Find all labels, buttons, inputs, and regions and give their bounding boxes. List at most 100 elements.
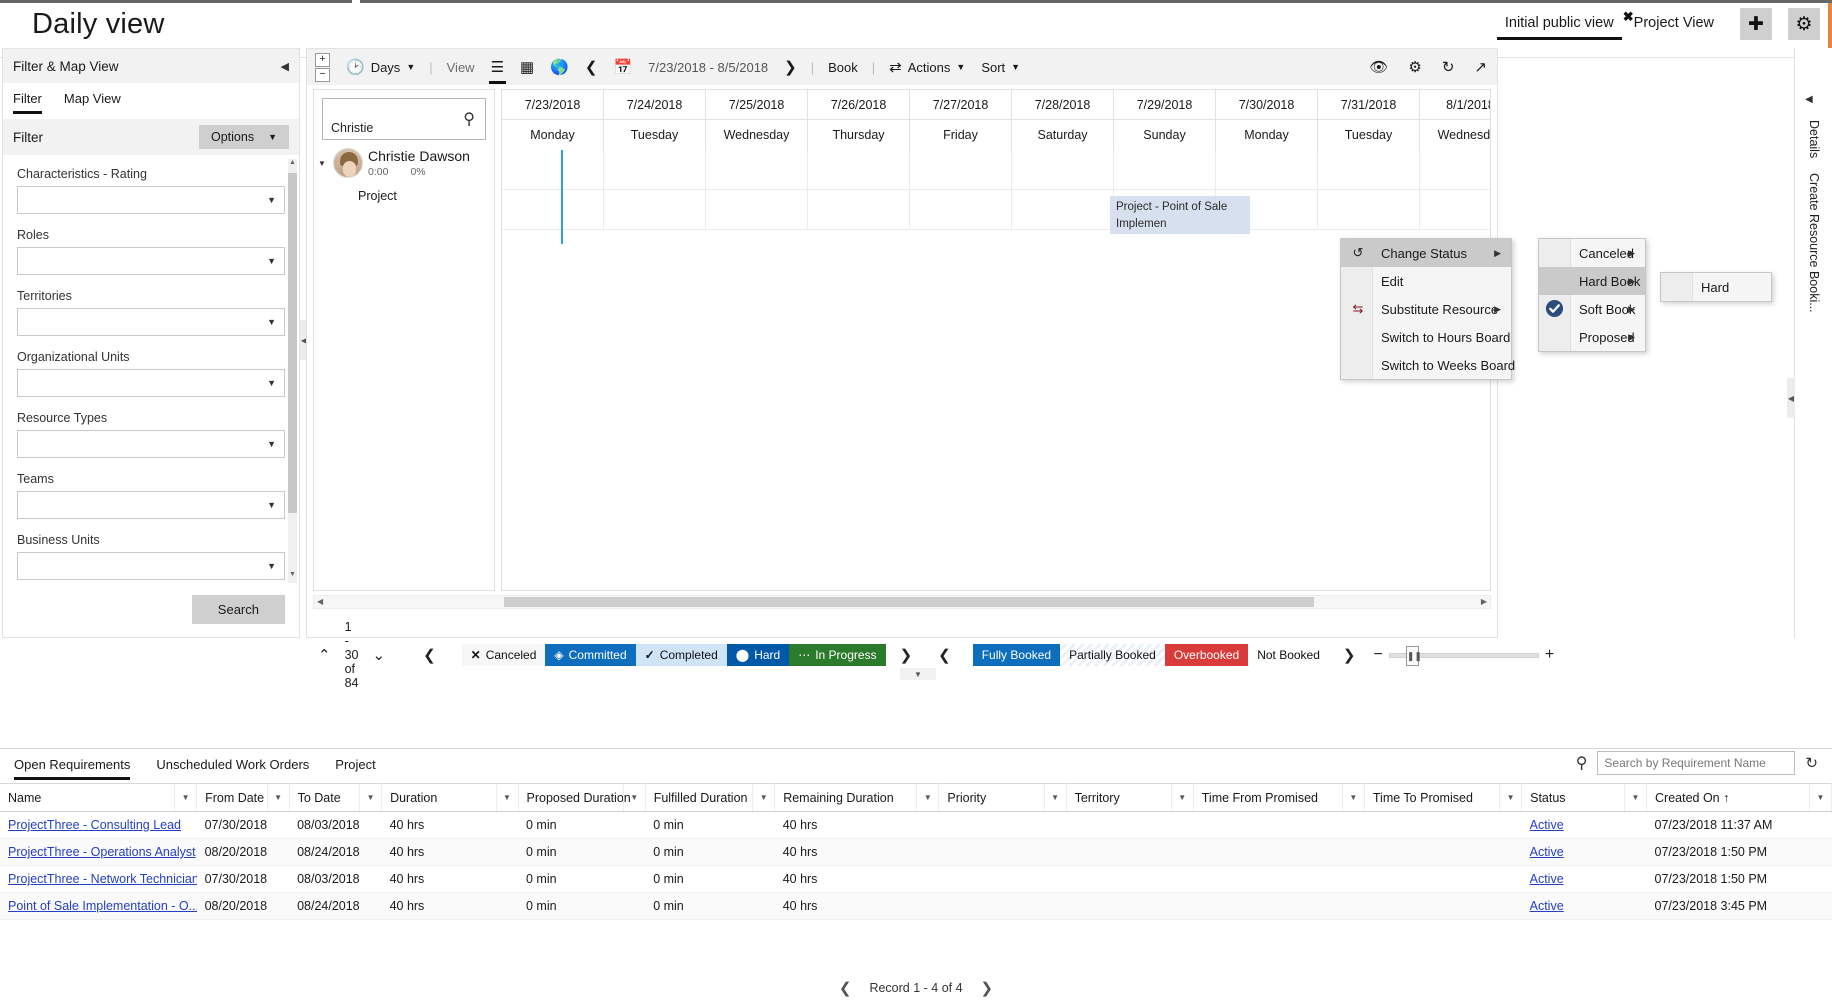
scrollbar-thumb[interactable] (288, 173, 297, 513)
menu-item-proposed[interactable]: Proposed ▶ (1539, 323, 1645, 351)
cell-status[interactable]: Active (1521, 811, 1647, 839)
view-map-button[interactable]: 🌎 (542, 60, 577, 75)
sort-dropdown[interactable]: Sort ▼ (973, 60, 1028, 75)
scrollbar-thumb[interactable] (504, 597, 1314, 607)
grid-cell[interactable] (604, 150, 706, 190)
filter-options-button[interactable]: Options ▼ (198, 125, 289, 149)
grid-cell[interactable] (1420, 150, 1490, 190)
filter-icon[interactable]: ▼ (622, 784, 644, 811)
legend-committed[interactable]: ◈ Committed (545, 644, 636, 666)
right-splitter-handle[interactable]: ◀ (1787, 378, 1795, 418)
page-up-icon[interactable]: ⌃ (318, 646, 331, 664)
filter-icon[interactable]: ▼ (1809, 784, 1831, 811)
search-icon[interactable]: ⚲ (1576, 753, 1588, 773)
grid-row[interactable] (502, 150, 1490, 190)
collapse-right-icon[interactable]: ◀ (1805, 94, 1813, 105)
menu-item-hard[interactable]: Hard (1661, 273, 1771, 301)
legend-overbooked[interactable]: Overbooked (1164, 644, 1249, 666)
status-link[interactable]: Active (1530, 845, 1564, 859)
legend-prev-icon[interactable]: ❮ (423, 646, 436, 664)
capacity-prev-icon[interactable]: ❮ (938, 646, 951, 664)
grid-cell[interactable] (1318, 150, 1420, 190)
scroll-up-icon[interactable]: ▲ (288, 159, 297, 171)
column-header-remaining-duration[interactable]: Remaining Duration ▼ (774, 783, 940, 812)
filter-panel-scrollbar[interactable]: ▲ ▼ (288, 159, 297, 583)
grid-cell[interactable] (1012, 190, 1114, 230)
business-units-select[interactable]: ▼ (17, 552, 285, 580)
requirement-link[interactable]: ProjectThree - Operations Analyst (8, 845, 196, 859)
record-prev-icon[interactable]: ❮ (839, 979, 852, 997)
filter-icon[interactable]: ▼ (1170, 784, 1192, 811)
legend-partially-booked[interactable]: Partially Booked (1060, 644, 1165, 666)
table-row[interactable]: Point of Sale Implementation - O... 08/2… (0, 892, 1832, 920)
column-header-territory[interactable]: Territory ▼ (1066, 783, 1194, 812)
tab-unscheduled-work-orders[interactable]: Unscheduled Work Orders (156, 757, 309, 780)
column-header-created-on[interactable]: Created On ↑ ▼ (1646, 783, 1832, 812)
column-header-priority[interactable]: Priority ▼ (938, 783, 1067, 812)
tab-project[interactable]: Project (335, 757, 375, 780)
status-link[interactable]: Active (1530, 899, 1564, 913)
legend-fully-booked[interactable]: Fully Booked (972, 644, 1061, 666)
grid-row[interactable] (502, 190, 1490, 230)
resource-child-project[interactable]: Project (314, 183, 494, 203)
menu-item-soft-book[interactable]: Soft Book ▶ (1539, 295, 1645, 323)
teams-select[interactable]: ▼ (17, 491, 285, 519)
menu-item-switch-to-weeks-board[interactable]: Switch to Weeks Board (1341, 351, 1515, 379)
grid-cell[interactable] (706, 150, 808, 190)
prev-period-button[interactable]: ❮ (577, 60, 606, 75)
filter-icon[interactable]: ▼ (174, 784, 196, 811)
actions-dropdown[interactable]: ⇄ Actions ▼ (881, 60, 973, 75)
zoom-out-icon[interactable]: − (1373, 646, 1382, 664)
collapse-all-icon[interactable]: − (315, 67, 330, 82)
resource-search-box[interactable]: Christie ⚲ (322, 98, 486, 140)
view-settings-button[interactable]: ⚙ (1788, 8, 1820, 40)
requirement-link[interactable]: Point of Sale Implementation - O... (8, 899, 197, 913)
book-button[interactable]: Book (820, 60, 866, 75)
resource-types-select[interactable]: ▼ (17, 430, 285, 458)
refresh-icon[interactable]: ↻ (1442, 60, 1455, 75)
table-row[interactable]: ProjectThree - Operations Analyst 08/20/… (0, 838, 1832, 866)
tab-open-requirements[interactable]: Open Requirements (14, 757, 131, 780)
grid-cell[interactable] (808, 190, 910, 230)
legend-in-progress[interactable]: ⋯ In Progress (789, 644, 886, 666)
filter-icon[interactable]: ▼ (1499, 784, 1520, 811)
grid-cell[interactable] (1012, 150, 1114, 190)
grid-cell[interactable] (502, 190, 604, 230)
timescale-dropdown[interactable]: 🕑 Days ▼ (338, 60, 423, 75)
grid-cell[interactable] (910, 150, 1012, 190)
cell-status[interactable]: Active (1521, 838, 1647, 866)
cell-status[interactable]: Active (1521, 892, 1647, 920)
legend-next-icon[interactable]: ❯ (900, 646, 913, 664)
column-header-proposed-duration[interactable]: Proposed Duration ▼ (518, 783, 646, 812)
column-header-name[interactable]: Name ▼ (0, 783, 198, 812)
filter-icon[interactable]: ▼ (916, 784, 937, 811)
status-link[interactable]: Active (1530, 818, 1564, 832)
booking-block[interactable]: Project - Point of Sale Implemen Duratio… (1110, 196, 1250, 234)
view-tab-initial-public-view[interactable]: Initial public view ✖ (1495, 9, 1634, 40)
expand-all-icon[interactable]: + (315, 52, 330, 67)
status-link[interactable]: Active (1530, 872, 1564, 886)
create-resource-booking-tab[interactable]: Create Resource Booki... (1807, 173, 1821, 313)
add-view-button[interactable]: ✚ (1740, 8, 1772, 40)
cell-name[interactable]: ProjectThree - Consulting Lead (0, 811, 197, 839)
roles-select[interactable]: ▼ (17, 247, 285, 275)
legend-hard[interactable]: ⬤ Hard (726, 644, 790, 666)
expand-icon[interactable]: ↗ (1474, 60, 1487, 75)
tab-filter[interactable]: Filter (13, 91, 42, 114)
filter-icon[interactable]: ▼ (1624, 784, 1646, 811)
collapse-left-icon[interactable]: ◀ (281, 60, 289, 73)
view-grid-button[interactable]: ▦ (512, 60, 542, 75)
menu-item-hard-book[interactable]: Hard Book ▶ (1539, 267, 1645, 295)
column-header-duration[interactable]: Duration ▼ (381, 783, 519, 812)
grid-cell[interactable] (706, 190, 808, 230)
grid-cell[interactable] (502, 150, 604, 190)
resource-row-christie-dawson[interactable]: ▼ Christie Dawson 0:00 0% (314, 140, 494, 183)
details-panel-tab[interactable]: Details (1807, 120, 1821, 158)
slider-thumb[interactable]: ❚❚ (1405, 645, 1422, 666)
requirement-search-input[interactable]: Search by Requirement Name (1597, 751, 1796, 775)
next-period-button[interactable]: ❯ (776, 60, 805, 75)
table-row[interactable]: ProjectThree - Network Technician 07/30/… (0, 865, 1832, 893)
territories-select[interactable]: ▼ (17, 308, 285, 336)
grid-cell[interactable] (1114, 150, 1216, 190)
menu-item-substitute-resource[interactable]: ⇆ Substitute Resource ▶ (1341, 295, 1511, 323)
